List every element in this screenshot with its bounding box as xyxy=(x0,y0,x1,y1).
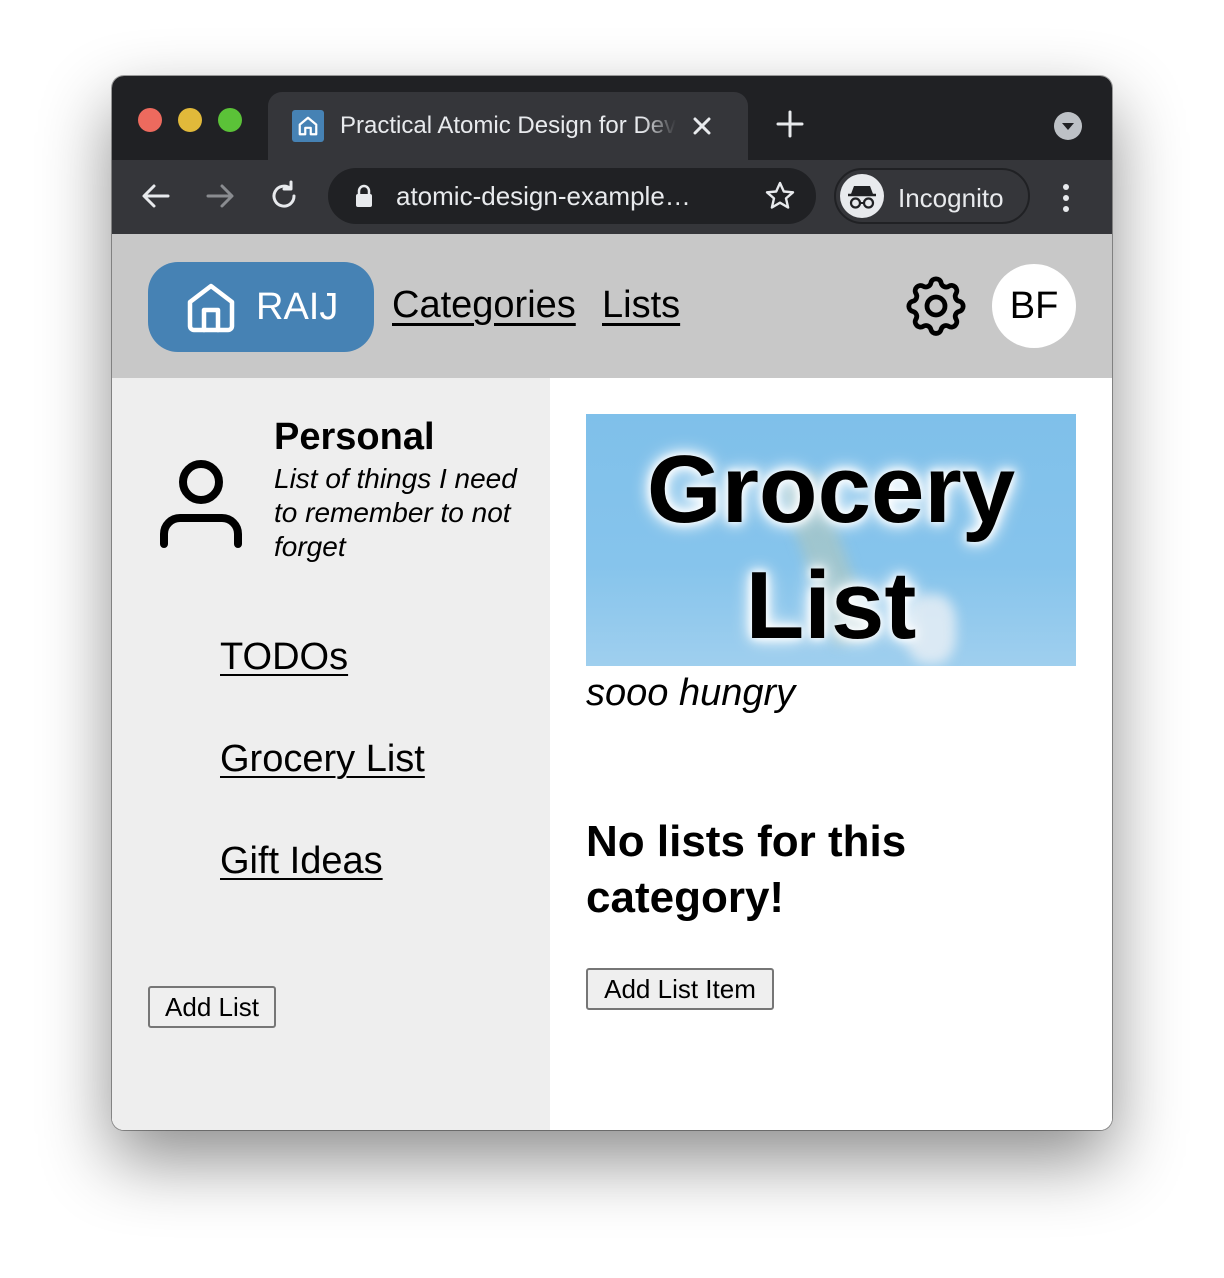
reload-icon[interactable] xyxy=(266,178,302,214)
list-banner-image: Grocery List xyxy=(586,414,1076,666)
bookmark-star-icon[interactable] xyxy=(764,180,796,212)
home-favicon-icon xyxy=(292,110,324,142)
incognito-label: Incognito xyxy=(898,183,1004,213)
home-icon xyxy=(186,282,236,334)
add-list-item-button[interactable]: Add List Item xyxy=(586,968,774,1010)
sidebar-list-gift-ideas[interactable]: Gift Ideas xyxy=(220,840,383,883)
new-tab-plus-icon[interactable] xyxy=(772,106,808,142)
sidebar-list-grocery-list[interactable]: Grocery List xyxy=(220,738,425,781)
home-label: RAIJ xyxy=(256,286,339,328)
incognito-button[interactable]: Incognito xyxy=(834,168,1030,224)
list-subtitle: sooo hungry xyxy=(586,672,796,714)
tab-strip: Practical Atomic Design for Developers xyxy=(112,76,1112,160)
empty-state-message: No lists for this category! xyxy=(586,817,907,922)
settings-gear-icon[interactable] xyxy=(900,270,972,342)
address-bar[interactable]: atomic-design-example… xyxy=(328,168,816,224)
tab-title: Practical Atomic Design for Developers xyxy=(340,112,676,139)
forward-arrow-icon[interactable] xyxy=(202,178,238,214)
tab-search-chevron-icon[interactable] xyxy=(1054,112,1082,140)
site-header: RAIJ Categories Lists BF xyxy=(112,234,1112,378)
browser-window: Practical Atomic Design for Developers a… xyxy=(112,76,1112,1130)
browser-tab[interactable]: Practical Atomic Design for Developers xyxy=(268,92,748,160)
user-icon xyxy=(158,458,244,550)
sidebar-list-todos[interactable]: TODOs xyxy=(220,636,348,679)
browser-menu-icon[interactable] xyxy=(1058,180,1074,216)
nav-link-categories[interactable]: Categories xyxy=(392,284,576,327)
add-list-button[interactable]: Add List xyxy=(148,986,276,1028)
sidebar: Personal List of things I need to rememb… xyxy=(112,378,550,1130)
url-text: atomic-design-example… xyxy=(396,181,691,211)
user-avatar[interactable]: BF xyxy=(992,264,1076,348)
category-title: Personal xyxy=(274,416,435,458)
browser-toolbar: atomic-design-example… Incognito xyxy=(112,160,1112,234)
lock-icon xyxy=(354,184,374,208)
category-description: List of things I need to remember to not… xyxy=(274,463,517,562)
main-content: Grocery List sooo hungry No lists for th… xyxy=(550,378,1112,1130)
close-window-button[interactable] xyxy=(138,108,162,132)
tab-close-icon[interactable] xyxy=(686,110,718,142)
web-page: RAIJ Categories Lists BF Personal List o… xyxy=(112,234,1112,1130)
nav-link-lists[interactable]: Lists xyxy=(602,284,680,327)
banner-title: Grocery List xyxy=(646,436,1016,659)
home-button[interactable]: RAIJ xyxy=(148,262,374,352)
back-arrow-icon[interactable] xyxy=(138,178,174,214)
minimize-window-button[interactable] xyxy=(178,108,202,132)
incognito-icon xyxy=(840,174,884,218)
maximize-window-button[interactable] xyxy=(218,108,242,132)
